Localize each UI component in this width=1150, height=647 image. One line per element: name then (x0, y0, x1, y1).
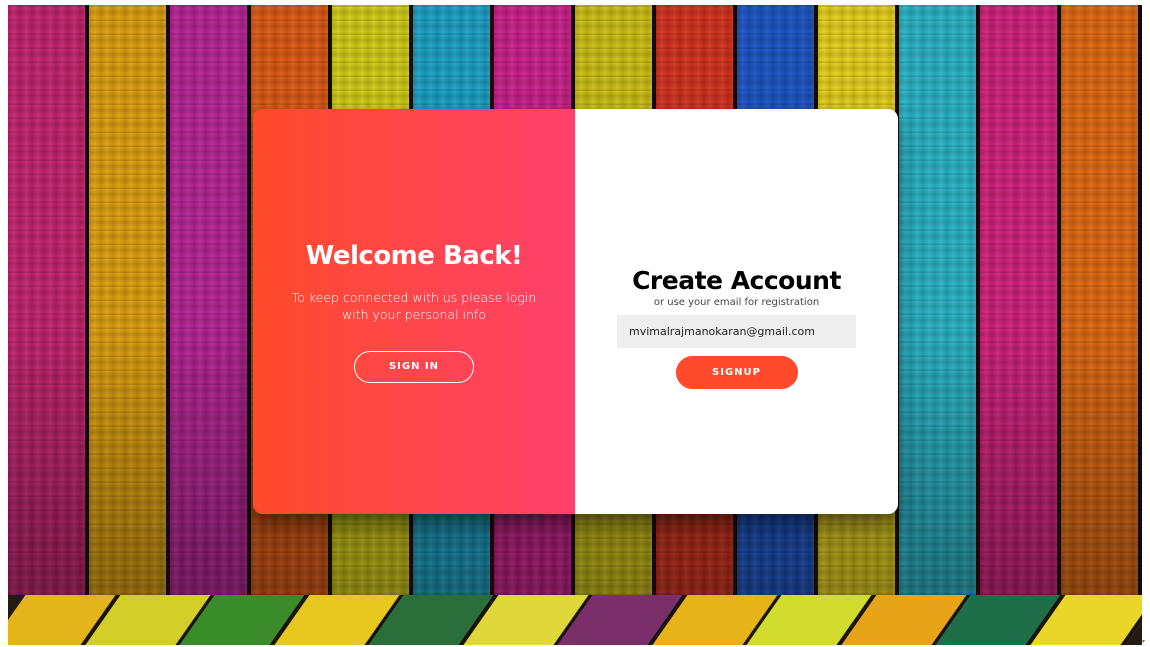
signup-button[interactable]: SIGNUP (675, 356, 798, 389)
welcome-text: To keep connected with us please login w… (291, 289, 537, 322)
registration-subtitle: or use your email for registration (653, 297, 820, 308)
floor-boards (8, 595, 1142, 645)
welcome-title: Welcome Back! (305, 240, 523, 271)
wood-plank (899, 5, 980, 595)
auth-card: Welcome Back! To keep connected with us … (253, 109, 898, 514)
arrow-down-icon[interactable]: ▾ (1142, 639, 1148, 645)
wood-plank (1061, 5, 1142, 595)
sign-in-button[interactable]: SIGN IN (354, 350, 474, 383)
wood-plank (170, 5, 251, 595)
page-viewport: ▾ Welcome Back! To keep connected with u… (0, 0, 1150, 647)
wood-plank (89, 5, 170, 595)
wood-plank (980, 5, 1061, 595)
create-account-title: Create Account (632, 266, 841, 295)
email-field[interactable] (617, 315, 856, 348)
welcome-panel: Welcome Back! To keep connected with us … (253, 109, 575, 514)
signup-form: Create Account or use your email for reg… (575, 109, 898, 514)
wood-plank (8, 5, 89, 595)
